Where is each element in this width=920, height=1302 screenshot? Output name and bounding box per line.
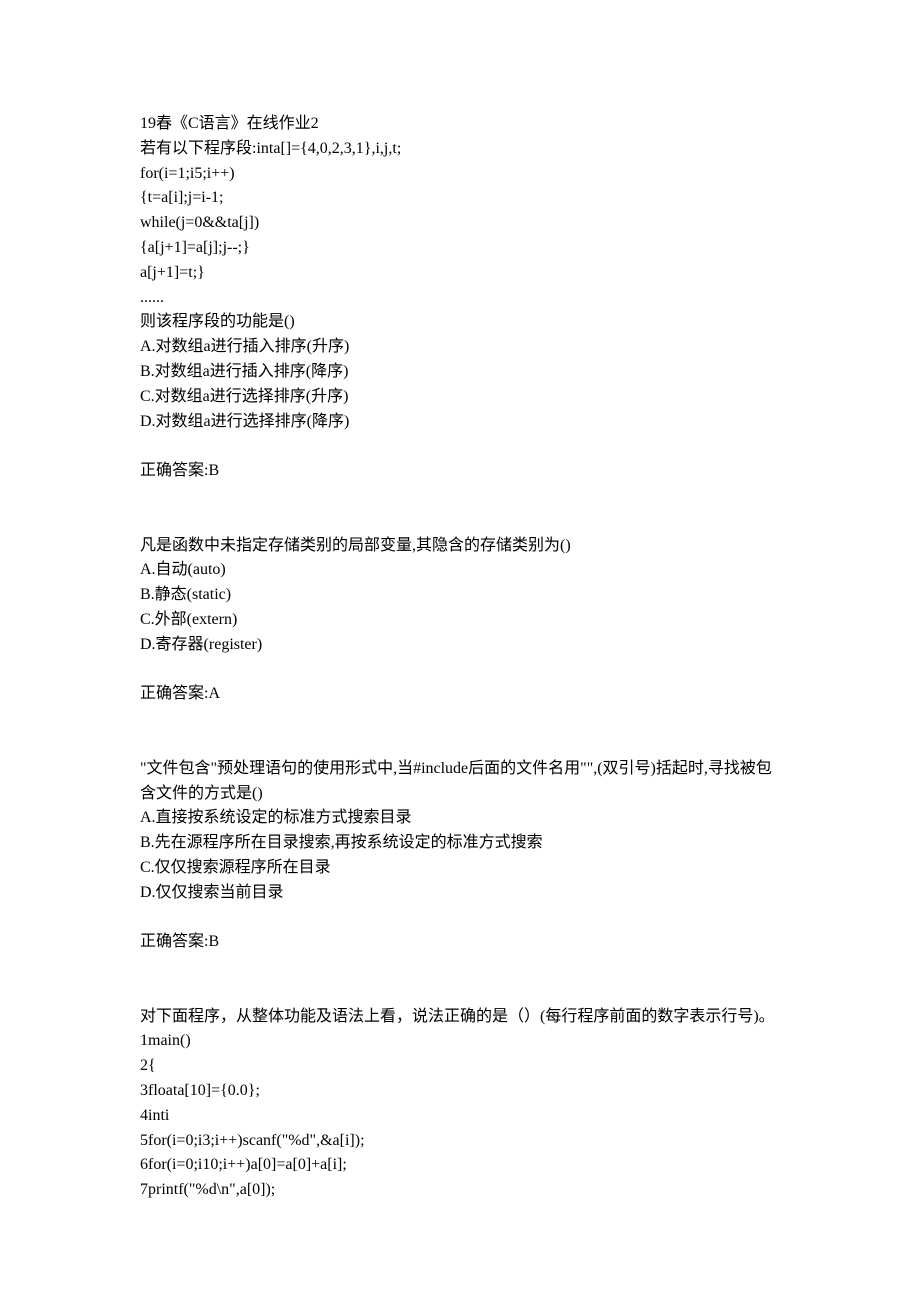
text-line: 正确答案:B [140, 930, 780, 955]
text-line [140, 509, 780, 534]
text-line: 正确答案:A [140, 682, 780, 707]
text-line: A.直接按系统设定的标准方式搜索目录 [140, 806, 780, 831]
text-line [140, 658, 780, 683]
text-line: C.对数组a进行选择排序(升序) [140, 385, 780, 410]
text-line [140, 484, 780, 509]
text-line: 6for(i=0;i10;i++)a[0]=a[0]+a[i]; [140, 1153, 780, 1178]
text-line [140, 707, 780, 732]
text-line: 若有以下程序段:inta[]={4,0,2,3,1},i,j,t; [140, 137, 780, 162]
text-line: D.仅仅搜索当前目录 [140, 881, 780, 906]
text-line: B.对数组a进行插入排序(降序) [140, 360, 780, 385]
text-line: while(j=0&&ta[j]) [140, 211, 780, 236]
text-line [140, 434, 780, 459]
text-line: D.寄存器(register) [140, 633, 780, 658]
text-line: 正确答案:B [140, 459, 780, 484]
text-line: 对下面程序，从整体功能及语法上看，说法正确的是（）(每行程序前面的数字表示行号)… [140, 1005, 780, 1030]
text-line: 2{ [140, 1054, 780, 1079]
text-line: 1main() [140, 1029, 780, 1054]
text-line: "文件包含"预处理语句的使用形式中,当#include后面的文件名用"",(双引… [140, 757, 780, 807]
text-line [140, 980, 780, 1005]
text-line: D.对数组a进行选择排序(降序) [140, 410, 780, 435]
text-line: 凡是函数中未指定存储类别的局部变量,其隐含的存储类别为() [140, 534, 780, 559]
text-line: B.静态(static) [140, 583, 780, 608]
text-line: 3floata[10]={0.0}; [140, 1079, 780, 1104]
text-line: 则该程序段的功能是() [140, 310, 780, 335]
text-line: {a[j+1]=a[j];j--;} [140, 236, 780, 261]
text-line: 5for(i=0;i3;i++)scanf("%d",&a[i]); [140, 1129, 780, 1154]
text-line: 4inti [140, 1104, 780, 1129]
text-line: ...... [140, 286, 780, 311]
text-line [140, 906, 780, 931]
document-page: 19春《C语言》在线作业2 若有以下程序段:inta[]={4,0,2,3,1}… [0, 0, 920, 1302]
text-line: 19春《C语言》在线作业2 [140, 112, 780, 137]
text-line: C.外部(extern) [140, 608, 780, 633]
text-line: A.自动(auto) [140, 558, 780, 583]
text-line: for(i=1;i5;i++) [140, 162, 780, 187]
text-line [140, 955, 780, 980]
text-line: C.仅仅搜索源程序所在目录 [140, 856, 780, 881]
text-line: A.对数组a进行插入排序(升序) [140, 335, 780, 360]
text-line: 7printf("%d\n",a[0]); [140, 1178, 780, 1203]
text-line: {t=a[i];j=i-1; [140, 186, 780, 211]
text-line [140, 732, 780, 757]
text-line: a[j+1]=t;} [140, 261, 780, 286]
text-line: B.先在源程序所在目录搜索,再按系统设定的标准方式搜索 [140, 831, 780, 856]
